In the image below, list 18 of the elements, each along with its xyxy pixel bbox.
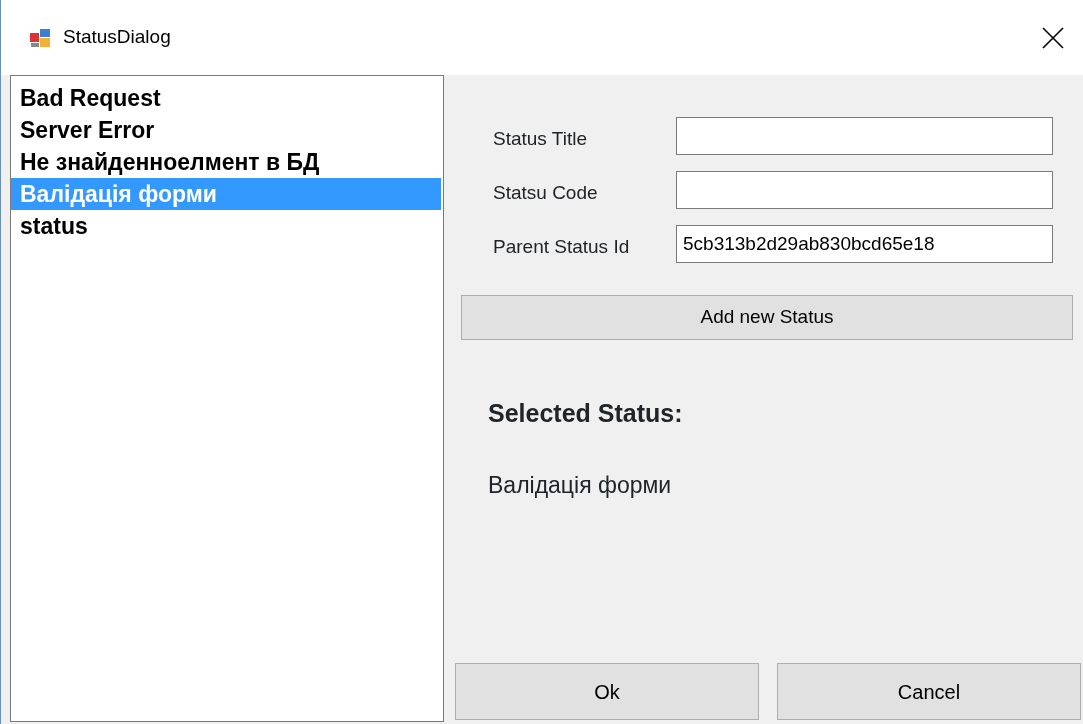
add-status-button[interactable]: Add new Status: [461, 295, 1073, 340]
input-field[interactable]: 5cb313b2d29ab830bcd65e18: [676, 225, 1053, 263]
field-label: Statsu Code: [492, 181, 599, 205]
field-label: Parent Status Id: [492, 235, 631, 259]
selected-status-heading: Selected Status:: [488, 398, 684, 429]
selected-status-value: Валідація форми: [488, 470, 673, 500]
list-item[interactable]: Не знайденноелмент в БД: [11, 146, 441, 178]
ok-button[interactable]: Ok: [455, 663, 759, 720]
app-icon: [29, 27, 51, 48]
close-icon: [1042, 26, 1064, 49]
cancel-button[interactable]: Cancel: [777, 663, 1081, 720]
window-title: StatusDialog: [63, 25, 171, 50]
input-field[interactable]: [676, 171, 1053, 209]
input-field[interactable]: [676, 117, 1053, 155]
field-label: Status Title: [492, 127, 588, 151]
list-item[interactable]: Server Error: [11, 114, 441, 146]
list-item[interactable]: status: [11, 210, 441, 242]
list-item[interactable]: Bad Request: [11, 82, 441, 114]
